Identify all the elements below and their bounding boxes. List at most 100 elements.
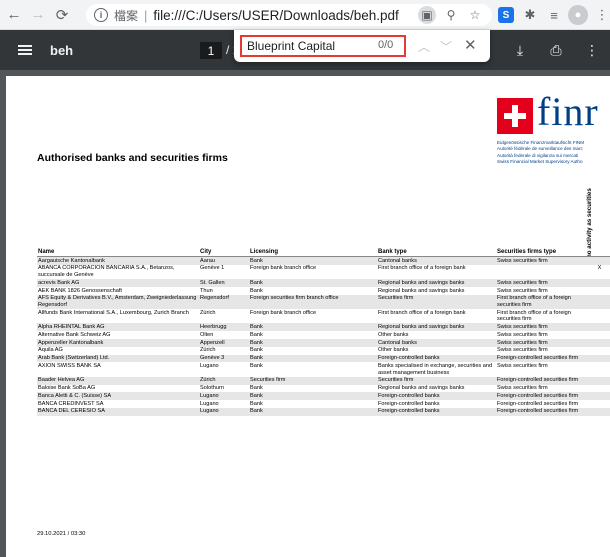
find-bar: Blueprint Capital 0/0 ︿ ﹀ ✕: [234, 30, 490, 62]
info-icon[interactable]: i: [94, 8, 108, 22]
table-cell-flag: [588, 392, 610, 400]
download-icon[interactable]: ⤓: [512, 42, 528, 58]
table-cell-name: Alternative Bank Schweiz AG: [38, 331, 111, 338]
table-cell-bank-type: Foreign-controlled banks: [378, 355, 440, 362]
table-cell-bank-type: Cantonal banks: [378, 339, 417, 346]
table-cell-name: acrevis Bank AG: [38, 279, 80, 286]
document-heading: Authorised banks and securities firms: [37, 152, 228, 164]
finma-wordmark: finr: [537, 89, 599, 134]
table-cell-bank-type: Other banks: [378, 347, 409, 354]
table-row: Arab Bank (Switzerland) Ltd. Genève 3 Bank…: [37, 354, 610, 363]
page-number-input[interactable]: 1: [200, 42, 222, 59]
table-cell-name: Allfunds Bank International S.A., Luxemb…: [38, 309, 189, 316]
table-row: Baloise Bank SoBa AG Solothurn Bank Regiona…: [37, 385, 610, 393]
table-cell-licensing: Foreign bank branch office: [250, 265, 317, 272]
table-cell-city: Lugano: [200, 392, 219, 399]
table-cell-sec-type: Foreign-controlled securities firm: [497, 355, 579, 362]
table-cell-sec-type: Swiss securities firm: [497, 287, 548, 294]
more-options-icon[interactable]: ⋮: [584, 42, 600, 58]
column-header: Securities firms type: [497, 248, 557, 255]
table-row: BANCA CREDINVEST SA Lugano Bank Foreign-con…: [37, 400, 610, 408]
table-cell-flag: [588, 362, 610, 376]
table-cell-name: BANCA DEL CERESIO SA: [38, 408, 105, 415]
table-cell-licensing: Bank: [250, 339, 263, 346]
table-cell-name: Appenzeller Kantonalbank: [38, 339, 104, 346]
table-cell-city: Lugano: [200, 408, 219, 415]
table-row: acrevis Bank AG St. Gallen Bank Regional ba…: [37, 279, 610, 287]
zoom-icon[interactable]: ⚲: [442, 6, 460, 24]
table-row: Allfunds Bank International S.A., Luxemb…: [37, 309, 610, 323]
table-row: Aquila AG Zürich Bank Other banks Swiss secu…: [37, 347, 610, 355]
table-cell-sec-type: Swiss securities firm: [497, 279, 548, 286]
forward-icon[interactable]: →: [28, 5, 48, 25]
table-cell-sec-type: Swiss securities firm: [497, 257, 548, 264]
reading-list-icon[interactable]: ≡: [544, 5, 564, 25]
table-cell-licensing: Bank: [250, 331, 263, 338]
table-cell-sec-type: Foreign-controlled securities firm: [497, 400, 579, 407]
banks-table: Name City Licensing Bank type Securities…: [37, 248, 610, 416]
table-cell-city: Appenzell: [200, 339, 225, 346]
table-cell-city: Zürich: [200, 309, 216, 316]
table-cell-flag: [588, 385, 610, 393]
table-cell-bank-type: Regional banks and savings banks: [378, 324, 465, 331]
table-cell-flag: [588, 347, 610, 355]
table-cell-name: AFS Equity & Derivatives B.V., Amsterdam…: [38, 295, 197, 308]
print-icon[interactable]: ⎙: [548, 42, 564, 58]
table-cell-city: Solothurn: [200, 385, 224, 392]
table-cell-flag: [588, 331, 610, 339]
browser-toolbar: ← → ⟳ i 檔案 | file:///C:/Users/USER/Downl…: [0, 0, 610, 30]
table-cell-flag: X: [597, 265, 602, 272]
pdf-page: finr Eidgenössische Finanzmarktaufsicht …: [6, 76, 610, 557]
table-cell-sec-type: Swiss securities firm: [497, 347, 548, 354]
find-previous-icon[interactable]: ︿: [418, 38, 430, 55]
table-header: Name City Licensing Bank type Securities…: [37, 248, 610, 257]
table-cell-flag: [588, 377, 610, 385]
reload-icon[interactable]: ⟳: [52, 5, 72, 25]
table-cell-city: Lugano: [200, 362, 219, 369]
browser-menu-icon[interactable]: ⋮: [592, 5, 610, 25]
table-cell-bank-type: Foreign-controlled banks: [378, 408, 440, 415]
table-cell-sec-type: Swiss securities firm: [497, 324, 548, 331]
table-cell-name: Alpha RHEINTAL Bank AG: [38, 324, 105, 331]
column-header: City: [200, 248, 212, 255]
table-cell-licensing: Bank: [250, 279, 263, 286]
profile-avatar-icon[interactable]: ●: [568, 5, 588, 25]
table-cell-city: Heerbrugg: [200, 324, 227, 331]
table-cell-flag: [588, 339, 610, 347]
table-cell-flag: [588, 295, 610, 309]
address-bar[interactable]: i 檔案 | file:///C:/Users/USER/Downloads/b…: [86, 4, 492, 26]
table-cell-bank-type: First branch office of a foreign bank: [378, 265, 466, 272]
extension-s-icon[interactable]: S: [498, 7, 514, 23]
sidebar-menu-icon[interactable]: [18, 45, 32, 55]
table-cell-flag: [588, 287, 610, 295]
url-text[interactable]: file:///C:/Users/USER/Downloads/beh.pdf: [153, 8, 398, 23]
table-cell-bank-type: Cantonal banks: [378, 257, 417, 264]
table-body: Aargauische Kantonalbank Aarau Bank Cantona…: [37, 257, 610, 416]
table-cell-city: Thun: [200, 287, 213, 294]
authority-name: Eidgenössische Finanzmarktaufsicht FINM …: [497, 140, 584, 166]
table-cell-flag: [588, 309, 610, 323]
table-cell-city: St. Gallen: [200, 279, 225, 286]
back-icon[interactable]: ←: [4, 5, 24, 25]
find-in-page-icon[interactable]: ▣: [418, 6, 436, 24]
table-cell-licensing: Bank: [250, 287, 263, 294]
find-close-icon[interactable]: ✕: [464, 36, 477, 54]
bookmark-star-icon[interactable]: ☆: [466, 6, 484, 24]
extensions-puzzle-icon[interactable]: ✱: [520, 5, 540, 25]
table-cell-name: Banca Aletti & C. (Suisse) SA: [38, 392, 112, 399]
table-cell-city: Zürich: [200, 377, 216, 384]
table-cell-sec-type: Foreign-controlled securities firm: [497, 408, 579, 415]
table-cell-name: ABANCA CORPORACION BANCARIA S.A., Betanz…: [38, 265, 175, 278]
table-row: Alpha RHEINTAL Bank AG Heerbrugg Bank Regio…: [37, 323, 610, 332]
find-next-icon[interactable]: ﹀: [440, 38, 452, 55]
table-cell-bank-type: Regional banks and savings banks: [378, 385, 465, 392]
table-cell-licensing: Bank: [250, 355, 263, 362]
table-cell-city: Olten: [200, 331, 214, 338]
table-cell-flag: [588, 400, 610, 408]
table-cell-sec-type: First branch office of a foreign securit…: [497, 309, 571, 323]
table-cell-sec-type: Foreign-controlled securities firm: [497, 377, 579, 384]
table-cell-name: AEK BANK 1826 Genossenschaft: [38, 287, 122, 294]
table-row: Banca Aletti & C. (Suisse) SA Lugano Bank F…: [37, 392, 610, 401]
table-cell-city: Genève 1: [200, 265, 225, 272]
table-cell-licensing: Bank: [250, 257, 263, 264]
